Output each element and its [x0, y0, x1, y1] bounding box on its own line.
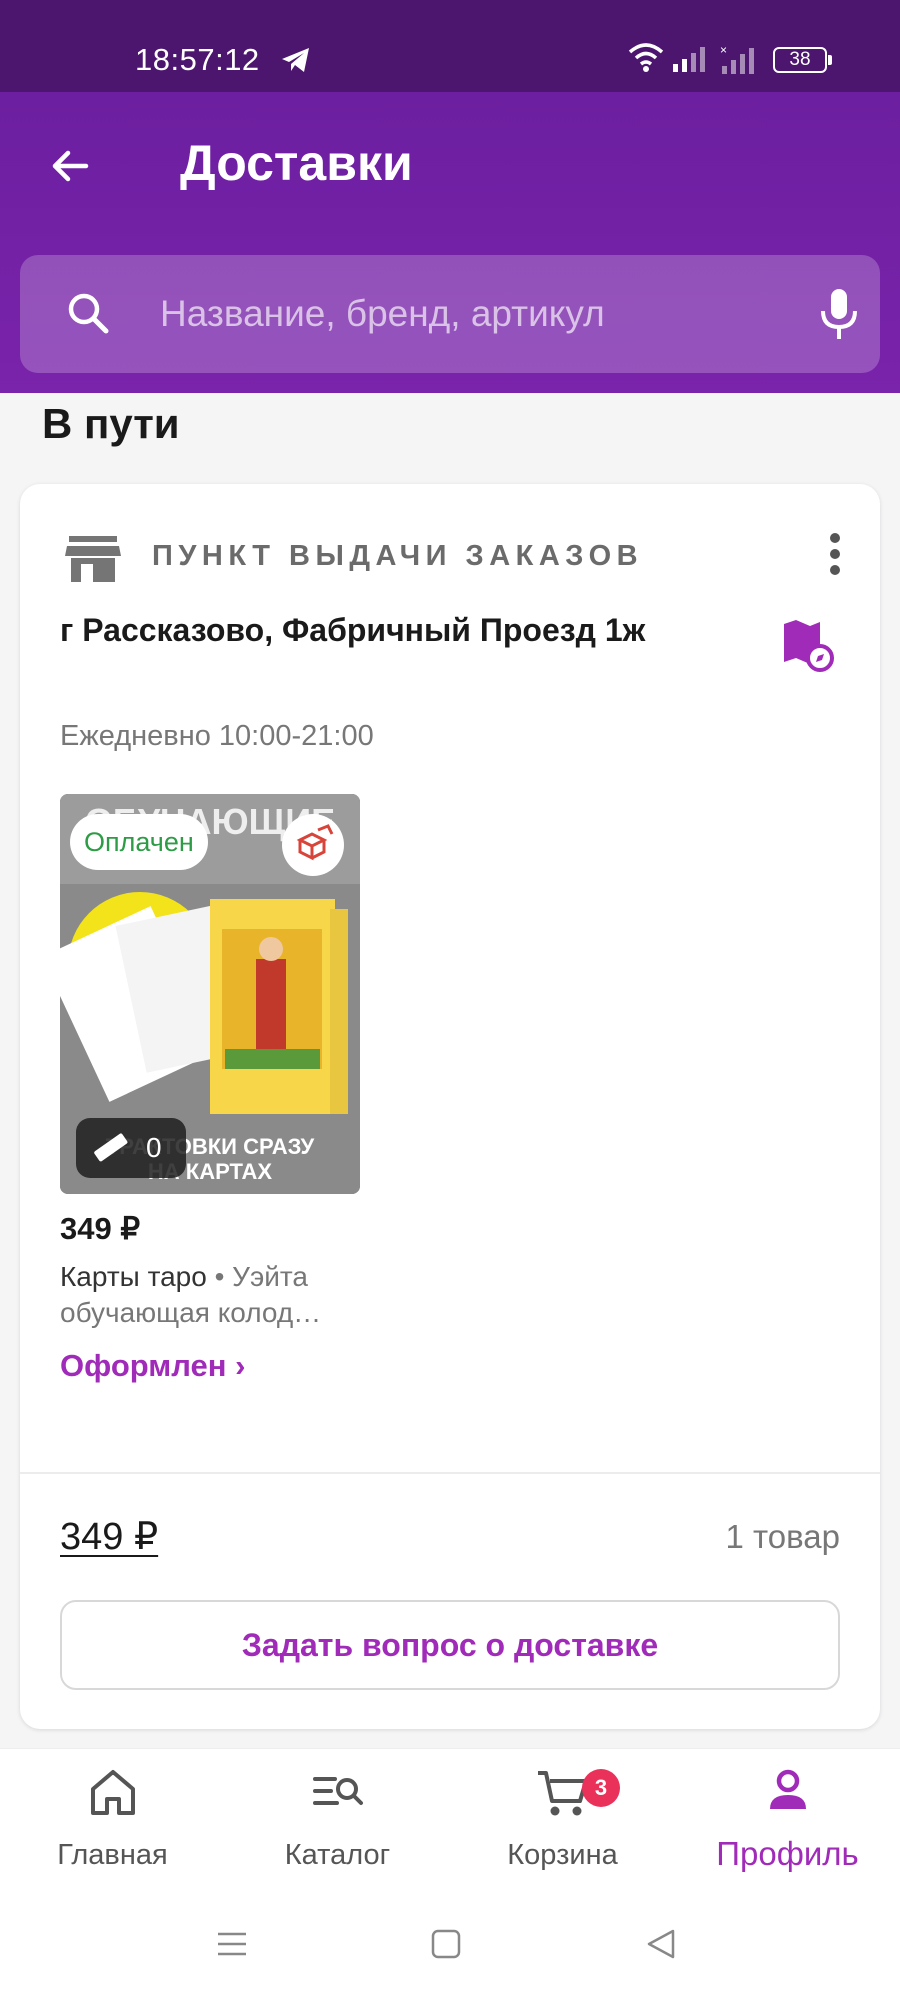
product-image[interactable]: ОБУЧАЮЩИЕ ТРАКТОВКИ СРАЗУ НА КАРТАХ Опла… — [60, 794, 360, 1194]
search-input[interactable]: Название, бренд, артикул — [160, 293, 605, 335]
package-icon — [282, 814, 344, 876]
back-button-icon[interactable] — [645, 1928, 677, 1965]
home-icon — [0, 1767, 225, 1817]
product-title: Карты таро — [60, 1261, 207, 1292]
app-header: Доставки Название, бренд, артикул — [0, 92, 900, 393]
telegram-icon — [280, 46, 312, 79]
ask-delivery-question-button[interactable]: Задать вопрос о доставке — [60, 1600, 840, 1690]
menu-icon[interactable] — [216, 1928, 248, 1965]
status-bar: 18:57:12 × 38 — [0, 0, 900, 92]
nav-label-home: Главная — [57, 1839, 168, 1871]
page-title: Доставки — [180, 135, 413, 191]
pickup-hours: Ежедневно 10:00-21:00 — [60, 720, 374, 752]
nav-item-catalog[interactable]: Каталог — [225, 1749, 450, 1899]
pickup-address: г Рассказово, Фабричный Проезд 1ж — [60, 612, 646, 648]
back-arrow-icon[interactable] — [46, 142, 94, 190]
microphone-icon[interactable] — [817, 287, 861, 346]
status-time: 18:57:12 — [135, 42, 260, 77]
signal-icon — [673, 46, 709, 77]
order-status-link[interactable]: Оформлен › — [60, 1348, 245, 1384]
catalog-icon — [225, 1767, 450, 1817]
home-button-icon[interactable] — [430, 1928, 462, 1965]
nav-label-catalog: Каталог — [284, 1839, 391, 1871]
delivery-card: ПУНКТ ВЫДАЧИ ЗАКАЗОВ г Рассказово, Фабри… — [20, 484, 880, 1729]
search-icon — [64, 289, 112, 342]
cart-icon — [450, 1767, 675, 1819]
measure-count: 0 — [146, 1132, 162, 1163]
nav-item-home[interactable]: Главная — [0, 1749, 225, 1899]
product-separator: • — [206, 1261, 233, 1292]
divider — [20, 1472, 880, 1474]
product-price: 349 ₽ — [60, 1211, 141, 1246]
nav-item-cart[interactable]: 3 Корзина — [450, 1749, 675, 1899]
ruler-icon — [90, 1130, 130, 1171]
nav-label-profile: Профиль — [716, 1835, 859, 1872]
nav-item-profile[interactable]: Профиль — [675, 1749, 900, 1899]
store-icon — [65, 534, 121, 589]
signal-icon-2: × — [718, 43, 758, 79]
system-navigation-bar — [0, 1898, 900, 2000]
size-measure-chip[interactable]: 0 — [76, 1118, 186, 1178]
order-total: 349 ₽ — [60, 1516, 159, 1558]
pickup-point-label: ПУНКТ ВЫДАЧИ ЗАКАЗОВ — [152, 540, 644, 572]
product-name[interactable]: Карты таро • Уэйта обучающая колод… — [60, 1259, 360, 1331]
svg-text:×: × — [720, 44, 727, 57]
wifi-icon — [628, 42, 664, 77]
search-bar[interactable]: Название, бренд, артикул — [20, 255, 880, 373]
section-title: В пути — [42, 400, 180, 447]
profile-icon — [675, 1767, 900, 1815]
nav-label-cart: Корзина — [507, 1839, 618, 1871]
battery-icon: 38 — [773, 47, 832, 73]
item-count: 1 товар — [725, 1518, 841, 1555]
bottom-navigation: Главная Каталог 3 Корзина Профиль — [0, 1748, 900, 1898]
cart-count-badge: 3 — [582, 1769, 620, 1807]
more-options-icon[interactable] — [828, 532, 842, 581]
paid-badge: Оплачен — [70, 814, 208, 870]
map-icon[interactable] — [780, 618, 836, 679]
